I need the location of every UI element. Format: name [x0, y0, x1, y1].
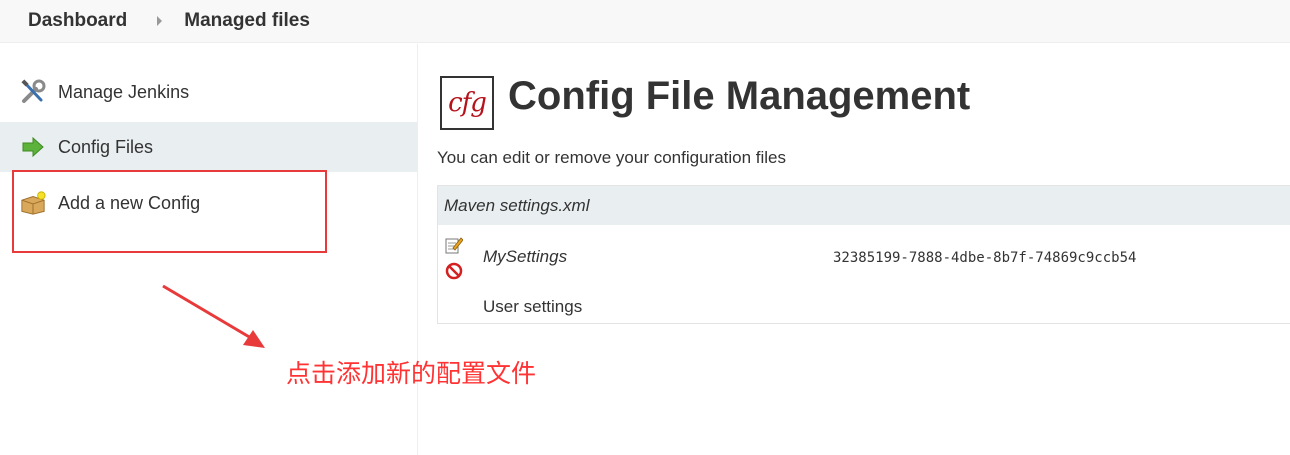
config-file-id: 32385199-7888-4dbe-8b7f-74869c9ccb54: [833, 250, 1137, 266]
cfg-logo-icon: cfg: [440, 76, 494, 130]
config-file-comment: User settings: [483, 297, 583, 316]
wrench-screwdriver-icon: [20, 79, 46, 105]
page-description: You can edit or remove your configuratio…: [437, 148, 787, 167]
delete-icon[interactable]: [445, 262, 463, 280]
page-title: Config File Management: [508, 74, 971, 118]
config-files-table: Maven settings.xml MySettings 32385199-7…: [437, 185, 1290, 324]
green-arrow-icon: [20, 134, 46, 160]
annotation-arrow-icon: [162, 284, 265, 348]
breadcrumb-dashboard[interactable]: Dashboard: [28, 10, 127, 32]
config-file-name[interactable]: MySettings: [483, 247, 567, 267]
sidebar-item-manage-jenkins[interactable]: Manage Jenkins: [0, 67, 417, 117]
highlight-box: [12, 170, 327, 253]
cfg-logo-text: cfg: [448, 88, 487, 118]
main-content: cfg Config File Management You can edit …: [437, 44, 1290, 455]
breadcrumb: Dashboard Managed files: [0, 0, 1290, 43]
edit-icon[interactable]: [445, 236, 464, 254]
sidebar-item-config-files[interactable]: Config Files: [0, 122, 417, 172]
row-actions: [445, 236, 465, 288]
breadcrumb-managed-files[interactable]: Managed files: [184, 10, 310, 32]
sidebar-item-label: Manage Jenkins: [58, 81, 190, 102]
sidebar-item-label: Config Files: [58, 136, 154, 157]
breadcrumb-separator-icon: [157, 16, 163, 26]
table-group-header: Maven settings.xml: [438, 186, 1290, 225]
